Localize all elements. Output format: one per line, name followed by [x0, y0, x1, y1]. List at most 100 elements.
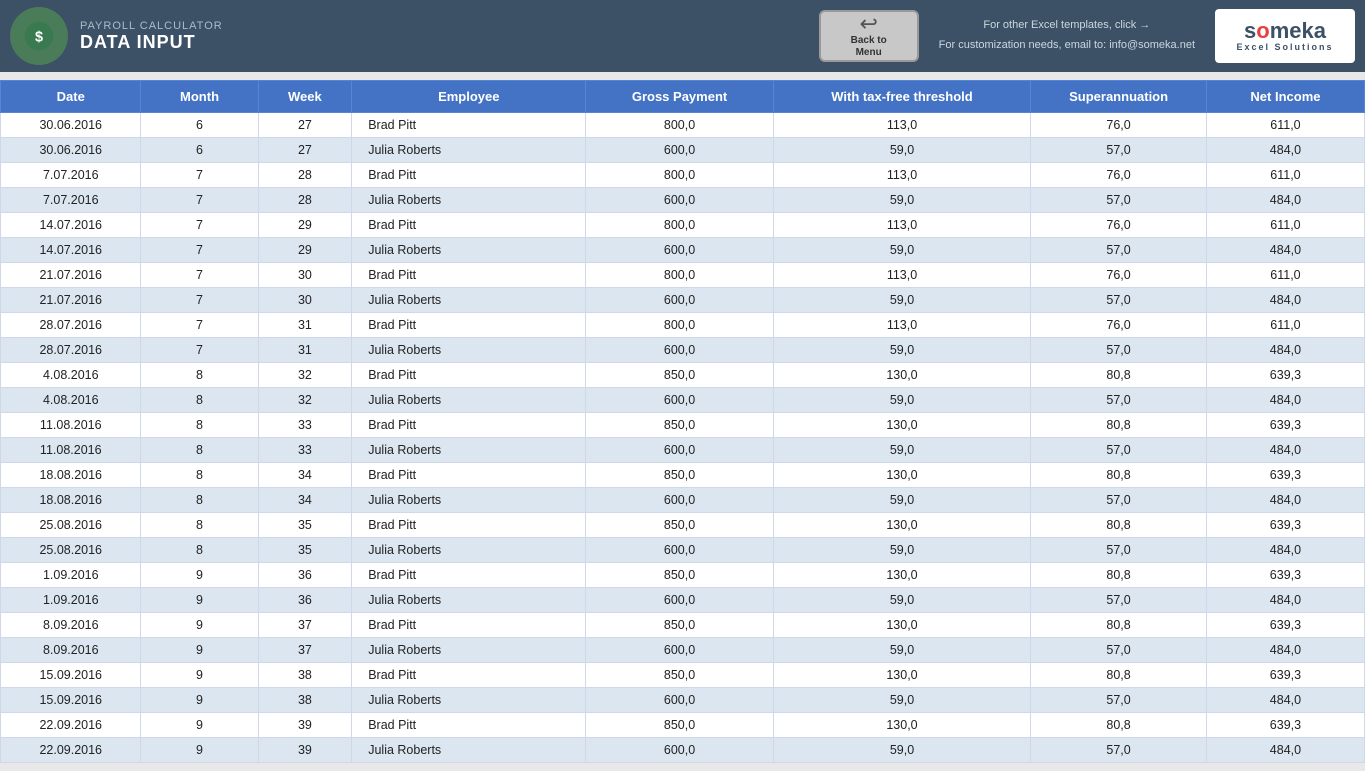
table-cell: 800,0 — [586, 313, 773, 338]
table-cell: 484,0 — [1206, 438, 1364, 463]
app-logo: $ — [10, 7, 68, 65]
table-cell: Brad Pitt — [352, 113, 586, 138]
table-cell: 59,0 — [773, 438, 1031, 463]
table-cell: 11.08.2016 — [1, 413, 141, 438]
table-row: 21.07.2016730Julia Roberts600,059,057,04… — [1, 288, 1365, 313]
table-row: 7.07.2016728Brad Pitt800,0113,076,0611,0 — [1, 163, 1365, 188]
table-cell: 113,0 — [773, 213, 1031, 238]
table-header-row: DateMonthWeekEmployeeGross PaymentWith t… — [1, 81, 1365, 113]
table-cell: 34 — [258, 463, 352, 488]
table-cell: 36 — [258, 588, 352, 613]
table-cell: Julia Roberts — [352, 638, 586, 663]
table-row: 11.08.2016833Julia Roberts600,059,057,04… — [1, 438, 1365, 463]
table-cell: 130,0 — [773, 613, 1031, 638]
table-cell: Brad Pitt — [352, 713, 586, 738]
column-header-week: Week — [258, 81, 352, 113]
table-cell: 9 — [141, 588, 258, 613]
table-cell: 7 — [141, 288, 258, 313]
table-cell: 37 — [258, 638, 352, 663]
table-cell: 38 — [258, 663, 352, 688]
table-cell: 600,0 — [586, 238, 773, 263]
table-cell: 639,3 — [1206, 663, 1364, 688]
table-cell: 484,0 — [1206, 138, 1364, 163]
table-cell: 850,0 — [586, 413, 773, 438]
someka-logo: someka Excel Solutions — [1215, 9, 1355, 63]
someka-logo-text: someka — [1244, 20, 1326, 42]
table-cell: 600,0 — [586, 188, 773, 213]
table-cell: 600,0 — [586, 388, 773, 413]
table-cell: Julia Roberts — [352, 238, 586, 263]
table-cell: 850,0 — [586, 613, 773, 638]
table-row: 28.07.2016731Julia Roberts600,059,057,04… — [1, 338, 1365, 363]
table-cell: 484,0 — [1206, 638, 1364, 663]
table-cell: 25.08.2016 — [1, 538, 141, 563]
table-row: 7.07.2016728Julia Roberts600,059,057,048… — [1, 188, 1365, 213]
app-header: $ PAYROLL CALCULATOR DATA INPUT ↩ Back t… — [0, 0, 1365, 72]
table-cell: 484,0 — [1206, 288, 1364, 313]
table-cell: 76,0 — [1031, 213, 1207, 238]
table-cell: 484,0 — [1206, 338, 1364, 363]
table-row: 15.09.2016938Julia Roberts600,059,057,04… — [1, 688, 1365, 713]
table-cell: 59,0 — [773, 338, 1031, 363]
table-cell: 57,0 — [1031, 288, 1207, 313]
table-cell: 57,0 — [1031, 388, 1207, 413]
table-cell: 6 — [141, 113, 258, 138]
table-cell: 7.07.2016 — [1, 188, 141, 213]
table-cell: 113,0 — [773, 263, 1031, 288]
table-row: 28.07.2016731Brad Pitt800,0113,076,0611,… — [1, 313, 1365, 338]
table-cell: 76,0 — [1031, 113, 1207, 138]
table-cell: 8 — [141, 413, 258, 438]
table-cell: 130,0 — [773, 563, 1031, 588]
table-cell: 57,0 — [1031, 338, 1207, 363]
table-cell: 800,0 — [586, 163, 773, 188]
table-cell: 7 — [141, 313, 258, 338]
table-cell: 800,0 — [586, 263, 773, 288]
table-cell: 484,0 — [1206, 238, 1364, 263]
table-cell: 28.07.2016 — [1, 313, 141, 338]
table-cell: 600,0 — [586, 438, 773, 463]
table-cell: 59,0 — [773, 588, 1031, 613]
table-cell: 600,0 — [586, 138, 773, 163]
table-row: 30.06.2016627Brad Pitt800,0113,076,0611,… — [1, 113, 1365, 138]
column-header-gross-payment: Gross Payment — [586, 81, 773, 113]
table-cell: 33 — [258, 413, 352, 438]
table-cell: Brad Pitt — [352, 363, 586, 388]
table-cell: 35 — [258, 513, 352, 538]
table-cell: Julia Roberts — [352, 388, 586, 413]
table-cell: 9 — [141, 688, 258, 713]
table-cell: 80,8 — [1031, 663, 1207, 688]
table-cell: Brad Pitt — [352, 263, 586, 288]
table-row: 4.08.2016832Julia Roberts600,059,057,048… — [1, 388, 1365, 413]
table-cell: 130,0 — [773, 413, 1031, 438]
table-cell: 611,0 — [1206, 113, 1364, 138]
table-cell: 8.09.2016 — [1, 613, 141, 638]
table-cell: 35 — [258, 538, 352, 563]
back-to-menu-button[interactable]: ↩ Back toMenu — [819, 10, 919, 62]
app-label: PAYROLL CALCULATOR — [80, 20, 223, 32]
table-cell: 9 — [141, 613, 258, 638]
table-cell: 37 — [258, 613, 352, 638]
table-cell: 59,0 — [773, 188, 1031, 213]
table-row: 8.09.2016937Brad Pitt850,0130,080,8639,3 — [1, 613, 1365, 638]
table-cell: 639,3 — [1206, 413, 1364, 438]
table-cell: 39 — [258, 713, 352, 738]
table-cell: 57,0 — [1031, 488, 1207, 513]
table-cell: 8 — [141, 513, 258, 538]
table-cell: 59,0 — [773, 238, 1031, 263]
table-cell: 57,0 — [1031, 588, 1207, 613]
table-cell: 611,0 — [1206, 213, 1364, 238]
table-row: 14.07.2016729Brad Pitt800,0113,076,0611,… — [1, 213, 1365, 238]
table-cell: 80,8 — [1031, 563, 1207, 588]
table-cell: 32 — [258, 363, 352, 388]
table-cell: Brad Pitt — [352, 513, 586, 538]
table-cell: 14.07.2016 — [1, 213, 141, 238]
table-cell: 130,0 — [773, 363, 1031, 388]
table-cell: Brad Pitt — [352, 213, 586, 238]
table-cell: 850,0 — [586, 363, 773, 388]
table-cell: 57,0 — [1031, 138, 1207, 163]
table-cell: Julia Roberts — [352, 288, 586, 313]
column-header-date: Date — [1, 81, 141, 113]
table-cell: 76,0 — [1031, 313, 1207, 338]
table-cell: Brad Pitt — [352, 663, 586, 688]
table-row: 15.09.2016938Brad Pitt850,0130,080,8639,… — [1, 663, 1365, 688]
